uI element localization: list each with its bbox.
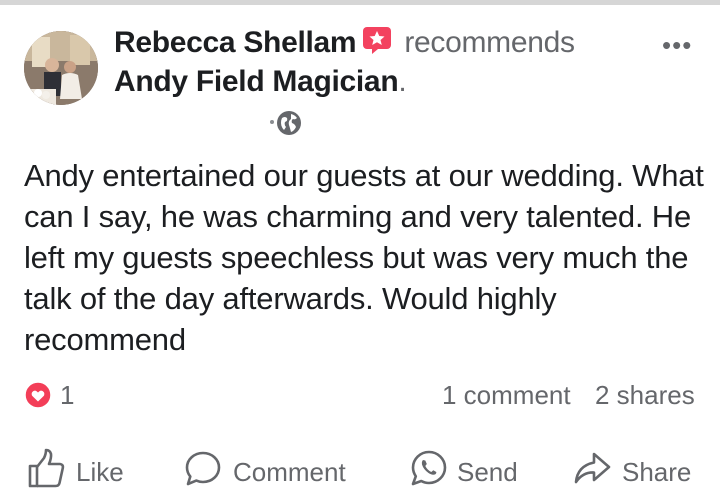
like-label: Like bbox=[76, 457, 124, 487]
love-reaction-icon[interactable] bbox=[24, 381, 52, 409]
avatar[interactable] bbox=[24, 31, 98, 105]
reaction-count[interactable]: 1 bbox=[60, 380, 74, 411]
share-count-link[interactable]: 2 shares bbox=[595, 380, 695, 411]
comment-bubble-icon bbox=[185, 451, 221, 486]
post-stats: 1 1 comment 2 shares bbox=[0, 375, 720, 415]
globe-icon[interactable] bbox=[276, 110, 302, 136]
page-name-suffix: . bbox=[398, 65, 407, 98]
thumbs-up-icon bbox=[28, 448, 65, 488]
send-label: Send bbox=[457, 457, 518, 487]
recommend-badge-icon bbox=[363, 27, 392, 54]
post-header: Rebecca Shellam recommends ••• Andy Field… bbox=[0, 0, 720, 150]
share-label: Share bbox=[622, 457, 692, 487]
post-body-text: Andy entertained our guests at our weddi… bbox=[24, 158, 704, 357]
comment-label: Comment bbox=[233, 457, 346, 487]
recommended-page: Andy Field Magician. bbox=[114, 65, 407, 99]
recommends-label: recommends bbox=[404, 26, 575, 59]
more-options-icon[interactable]: ••• bbox=[662, 30, 692, 61]
page-name-link[interactable]: Andy Field Magician bbox=[114, 65, 399, 98]
comment-count-link[interactable]: 1 comment bbox=[442, 380, 571, 411]
author-name[interactable]: Rebecca Shellam bbox=[114, 26, 357, 59]
post-headline: Rebecca Shellam recommends bbox=[114, 26, 575, 60]
whatsapp-icon bbox=[411, 450, 447, 486]
share-arrow-icon bbox=[574, 452, 611, 484]
post-actions: Like Comment Send Share bbox=[0, 440, 720, 488]
meta-separator bbox=[270, 120, 274, 124]
